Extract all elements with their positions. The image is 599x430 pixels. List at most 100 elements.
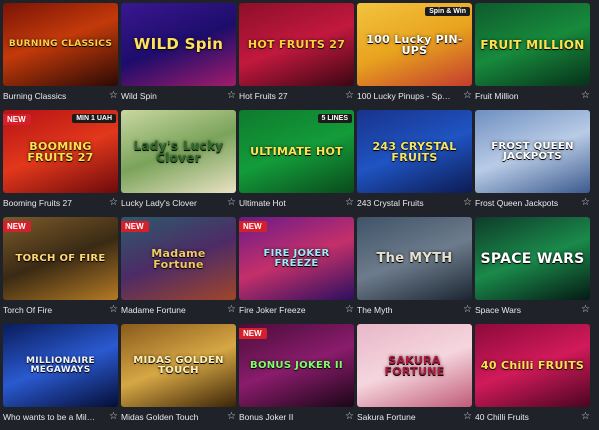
game-name[interactable]: Frost Queen Jackpots: [475, 198, 558, 208]
game-logo-text: WILD Spin: [133, 35, 224, 53]
favorite-star-icon[interactable]: ☆: [227, 198, 236, 208]
game-name[interactable]: Wild Spin: [121, 91, 157, 101]
game-label-row: Sakura Fortune ☆: [357, 409, 472, 425]
game-thumbnail[interactable]: TORCH OF FIRE NEW: [3, 217, 118, 300]
game-name[interactable]: Madame Fortune: [121, 305, 186, 315]
game-name[interactable]: Burning Classics: [3, 91, 66, 101]
game-name[interactable]: Torch Of Fire: [3, 305, 52, 315]
game-thumbnail[interactable]: FRUIT MILLION: [475, 3, 590, 86]
game-label-row: 40 Chilli Fruits ☆: [475, 409, 590, 425]
favorite-star-icon[interactable]: ☆: [227, 91, 236, 101]
game-thumbnail[interactable]: HOT FRUITS 27: [239, 3, 354, 86]
favorite-star-icon[interactable]: ☆: [109, 91, 118, 101]
favorite-star-icon[interactable]: ☆: [581, 198, 590, 208]
game-thumbnail[interactable]: Lady's Lucky Clover: [121, 110, 236, 193]
game-tile[interactable]: MIDAS GOLDEN TOUCH Midas Golden Touch ☆: [121, 324, 236, 426]
game-tile[interactable]: BONUS JOKER II NEW Bonus Joker II ☆: [239, 324, 354, 426]
game-label-row: Madame Fortune ☆: [121, 302, 236, 318]
game-label-row: Burning Classics ☆: [3, 88, 118, 104]
favorite-star-icon[interactable]: ☆: [581, 91, 590, 101]
game-label-row: Space Wars ☆: [475, 302, 590, 318]
game-tile[interactable]: 40 Chilli FRUITS 40 Chilli Fruits ☆: [475, 324, 590, 426]
game-thumbnail[interactable]: BOOMING FRUITS 27 NEW MIN 1 UAH: [3, 110, 118, 193]
game-thumbnail[interactable]: BURNING CLASSICS: [3, 3, 118, 86]
game-tile[interactable]: 243 CRYSTAL FRUITS 243 Crystal Fruits ☆: [357, 110, 472, 212]
game-tile[interactable]: FRUIT MILLION Fruit Million ☆: [475, 3, 590, 105]
game-logo-text: HOT FRUITS 27: [247, 38, 346, 51]
game-label-row: Frost Queen Jackpots ☆: [475, 195, 590, 211]
favorite-star-icon[interactable]: ☆: [581, 412, 590, 422]
game-logo-text: Madame Fortune: [151, 246, 206, 271]
game-name[interactable]: Ultimate Hot: [239, 198, 286, 208]
favorite-star-icon[interactable]: ☆: [227, 305, 236, 315]
game-logo-text: FRUIT MILLION: [480, 37, 585, 52]
new-badge: NEW: [121, 221, 149, 232]
game-thumbnail[interactable]: ULTIMATE HOT 5 LINES: [239, 110, 354, 193]
game-name[interactable]: 243 Crystal Fruits: [357, 198, 424, 208]
game-tile[interactable]: TORCH OF FIRE NEW Torch Of Fire ☆: [3, 217, 118, 319]
game-thumbnail[interactable]: The MYTH: [357, 217, 472, 300]
game-thumbnail[interactable]: SPACE WARS: [475, 217, 590, 300]
game-name[interactable]: 40 Chilli Fruits: [475, 412, 529, 422]
favorite-star-icon[interactable]: ☆: [463, 305, 472, 315]
favorite-star-icon[interactable]: ☆: [345, 412, 354, 422]
game-name[interactable]: Space Wars: [475, 305, 521, 315]
game-name[interactable]: Lucky Lady's Clover: [121, 198, 197, 208]
favorite-star-icon[interactable]: ☆: [463, 198, 472, 208]
game-thumbnail[interactable]: BONUS JOKER II NEW: [239, 324, 354, 407]
game-tile[interactable]: BOOMING FRUITS 27 NEW MIN 1 UAH Booming Fru…: [3, 110, 118, 212]
game-thumbnail[interactable]: WILD Spin: [121, 3, 236, 86]
game-tile[interactable]: ULTIMATE HOT 5 LINES Ultimate Hot ☆: [239, 110, 354, 212]
game-logo-text: Lady's Lucky Clover: [133, 138, 224, 165]
favorite-star-icon[interactable]: ☆: [109, 198, 118, 208]
favorite-star-icon[interactable]: ☆: [581, 305, 590, 315]
game-tile[interactable]: BURNING CLASSICS Burning Classics ☆: [3, 3, 118, 105]
game-thumbnail[interactable]: MILLIONAIRE MEGAWAYS: [3, 324, 118, 407]
game-name[interactable]: Hot Fruits 27: [239, 91, 288, 101]
favorite-star-icon[interactable]: ☆: [345, 305, 354, 315]
game-name[interactable]: The Myth: [357, 305, 392, 315]
favorite-star-icon[interactable]: ☆: [109, 305, 118, 315]
game-tile[interactable]: Lady's Lucky Clover Lucky Lady's Clover ☆: [121, 110, 236, 212]
game-name[interactable]: Booming Fruits 27: [3, 198, 72, 208]
game-name[interactable]: 100 Lucky Pinups - Sp…: [357, 91, 451, 101]
game-thumbnail[interactable]: 243 CRYSTAL FRUITS: [357, 110, 472, 193]
game-thumbnail[interactable]: 100 Lucky PIN-UPS Spin & Win: [357, 3, 472, 86]
favorite-star-icon[interactable]: ☆: [345, 91, 354, 101]
game-logo-text: FROST QUEEN JACKPOTS: [491, 140, 574, 162]
game-logo-text: BURNING CLASSICS: [8, 39, 113, 49]
game-thumbnail[interactable]: FIRE JOKER FREEZE NEW: [239, 217, 354, 300]
game-label-row: Who wants to be a Mil… ☆: [3, 409, 118, 425]
game-name[interactable]: Bonus Joker II: [239, 412, 293, 422]
favorite-star-icon[interactable]: ☆: [463, 91, 472, 101]
game-thumbnail[interactable]: Madame Fortune NEW: [121, 217, 236, 300]
game-tile[interactable]: SAKURA FORTUNE Sakura Fortune ☆: [357, 324, 472, 426]
game-tile[interactable]: Madame Fortune NEW Madame Fortune ☆: [121, 217, 236, 319]
game-thumbnail[interactable]: MIDAS GOLDEN TOUCH: [121, 324, 236, 407]
game-name[interactable]: Sakura Fortune: [357, 412, 416, 422]
game-thumbnail[interactable]: SAKURA FORTUNE: [357, 324, 472, 407]
game-name[interactable]: Midas Golden Touch: [121, 412, 198, 422]
game-name[interactable]: Who wants to be a Mil…: [3, 412, 95, 422]
game-name[interactable]: Fire Joker Freeze: [239, 305, 306, 315]
favorite-star-icon[interactable]: ☆: [227, 412, 236, 422]
favorite-star-icon[interactable]: ☆: [109, 412, 118, 422]
game-name[interactable]: Fruit Million: [475, 91, 518, 101]
corner-badge: MIN 1 UAH: [72, 114, 116, 123]
game-thumbnail[interactable]: FROST QUEEN JACKPOTS: [475, 110, 590, 193]
game-tile[interactable]: FIRE JOKER FREEZE NEW Fire Joker Freeze ☆: [239, 217, 354, 319]
game-tile[interactable]: The MYTH The Myth ☆: [357, 217, 472, 319]
game-thumbnail[interactable]: 40 Chilli FRUITS: [475, 324, 590, 407]
game-logo-text: 243 CRYSTAL FRUITS: [372, 139, 457, 164]
game-label-row: 100 Lucky Pinups - Sp… ☆: [357, 88, 472, 104]
favorite-star-icon[interactable]: ☆: [463, 412, 472, 422]
game-tile[interactable]: WILD Spin Wild Spin ☆: [121, 3, 236, 105]
game-tile[interactable]: MILLIONAIRE MEGAWAYS Who wants to be a Mi…: [3, 324, 118, 426]
favorite-star-icon[interactable]: ☆: [345, 198, 354, 208]
game-logo-text: SPACE WARS: [480, 250, 585, 267]
game-tile[interactable]: HOT FRUITS 27 Hot Fruits 27 ☆: [239, 3, 354, 105]
game-tile[interactable]: 100 Lucky PIN-UPS Spin & Win 100 Lucky Pin…: [357, 3, 472, 105]
corner-badge: 5 LINES: [317, 114, 352, 123]
game-tile[interactable]: FROST QUEEN JACKPOTS Frost Queen Jackpots…: [475, 110, 590, 212]
game-tile[interactable]: SPACE WARS Space Wars ☆: [475, 217, 590, 319]
